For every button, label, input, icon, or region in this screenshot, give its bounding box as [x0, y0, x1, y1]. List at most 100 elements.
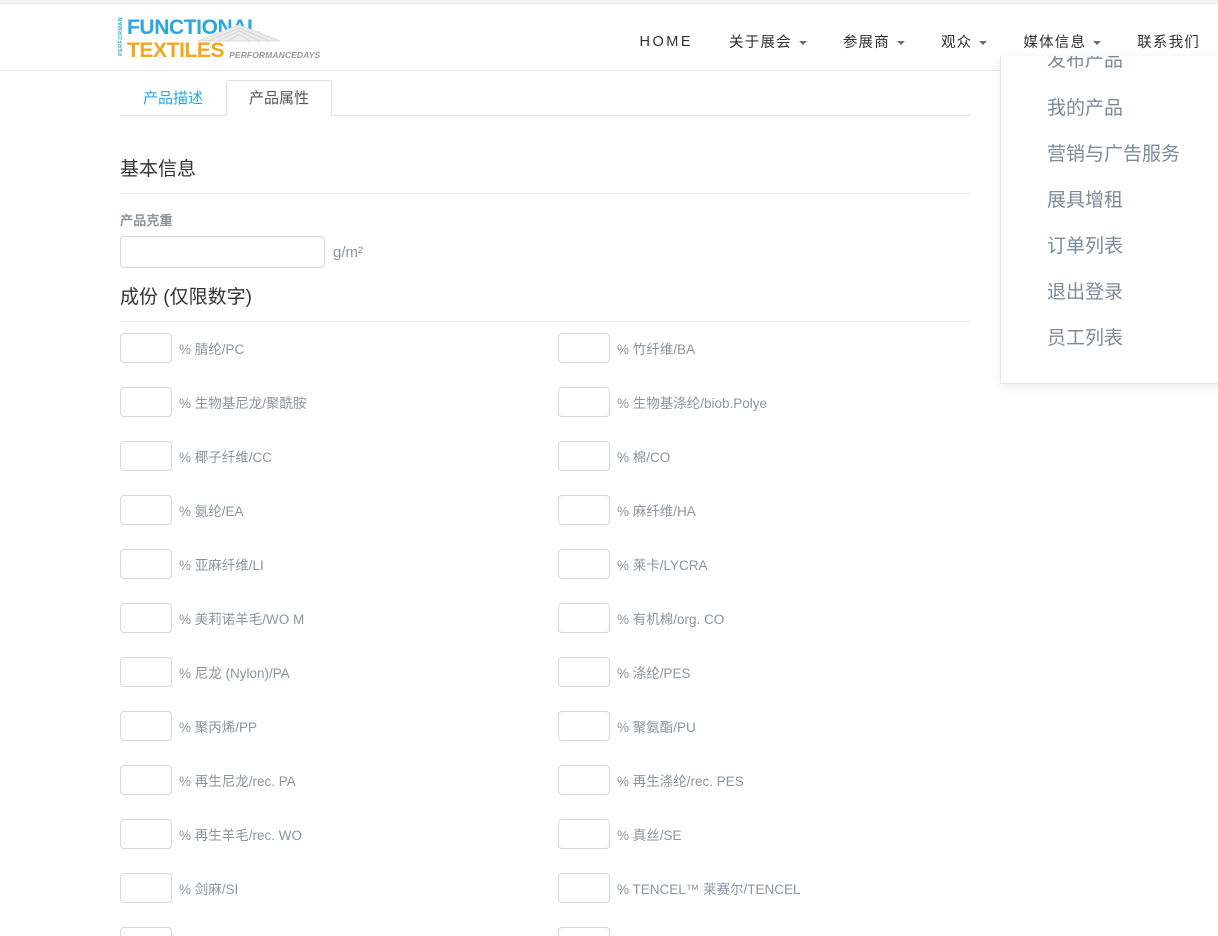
composition-field-silk: % 真丝/SE: [558, 816, 996, 852]
tab-product-description[interactable]: 产品描述: [120, 80, 226, 116]
label-percent-merino-wool: % 美莉诺羊毛/WO M: [179, 612, 305, 627]
input-product-weight[interactable]: [120, 236, 325, 268]
label-percent-cotton: % 棉/CO: [617, 450, 671, 465]
composition-row: % 聚丙烯/PP % 聚氨酯/PU: [120, 708, 1020, 762]
label-percent-coconut: % 椰子纤维/CC: [179, 450, 273, 465]
label-percent-biobased-nylon: % 生物基尼龙/聚酰胺: [179, 396, 307, 411]
logo-line-row: TEXTILES PERFORMANCEDAYS: [127, 40, 320, 61]
dropdown-item-publish-product[interactable]: 发布产品: [1001, 56, 1218, 86]
unit-label-gsm: g/m²: [333, 243, 363, 261]
nav-item-visitors[interactable]: 观众: [923, 8, 1005, 75]
logo-text-block: FUNCTIONAL TEXTILES PERFORMANCEDAYS: [127, 17, 320, 61]
input-percent-sisal[interactable]: [120, 873, 172, 903]
dropdown-item-logout[interactable]: 退出登录: [1001, 270, 1218, 316]
composition-field-biobased-polyester: % 生物基涤纶/biob.Polye: [558, 384, 996, 420]
label-percent-acrylic: % 腈纶/PC: [179, 342, 245, 357]
tab-label: 产品描述: [143, 90, 204, 107]
nav-item-about[interactable]: 关于展会: [711, 8, 825, 75]
composition-row-partial: [120, 924, 1020, 936]
input-percent-next-left[interactable]: [120, 927, 172, 936]
input-percent-bamboo[interactable]: [558, 333, 610, 363]
dropdown-item-my-products[interactable]: 我的产品: [1001, 86, 1218, 132]
label-percent-hemp: % 麻纤维/HA: [617, 504, 696, 519]
input-percent-polyurethane[interactable]: [558, 711, 610, 741]
input-percent-merino-wool[interactable]: [120, 603, 172, 633]
nav-item-label: 联系我们: [1137, 35, 1200, 51]
composition-field-recycled-wool: % 再生羊毛/rec. WO: [120, 816, 558, 852]
page-root: PERFORMANCE DAYS FUNCTIONAL TEXTILES PER…: [0, 0, 1218, 936]
composition-grid: % 腈纶/PC % 竹纤维/BA % 生物基尼龙/聚酰胺 % 生物基涤纶/bio…: [120, 330, 1020, 936]
composition-field-elastane: % 氨纶/EA: [120, 492, 558, 528]
input-percent-lycra[interactable]: [558, 549, 610, 579]
input-percent-biobased-polyester[interactable]: [558, 387, 610, 417]
label-percent-silk: % 真丝/SE: [617, 828, 682, 843]
composition-field-nylon: % 尼龙 (Nylon)/PA: [120, 654, 558, 690]
chevron-down-icon: [979, 40, 988, 45]
nav-item-label: 媒体信息: [1023, 35, 1087, 51]
input-percent-linen[interactable]: [120, 549, 172, 579]
input-percent-recycled-nylon[interactable]: [120, 765, 172, 795]
input-percent-organic-cotton[interactable]: [558, 603, 610, 633]
composition-field-lycra: % 莱卡/LYCRA: [558, 546, 996, 582]
input-percent-biobased-nylon[interactable]: [120, 387, 172, 417]
label-percent-polyester: % 涤纶/PES: [617, 666, 691, 681]
chevron-down-icon: [798, 40, 807, 45]
logo-vertical-text: PERFORMANCE DAYS: [118, 17, 124, 56]
input-percent-polyester[interactable]: [558, 657, 610, 687]
dropdown-item-order-list[interactable]: 订单列表: [1001, 224, 1218, 270]
logo-line-textiles: TEXTILES: [127, 39, 225, 62]
dropdown-item-label: 订单列表: [1047, 236, 1124, 257]
chevron-down-icon: [896, 40, 905, 45]
product-tabs: 产品描述 产品属性: [120, 80, 970, 116]
composition-field-polypropylene: % 聚丙烯/PP: [120, 708, 558, 744]
input-percent-elastane[interactable]: [120, 495, 172, 525]
input-percent-coconut[interactable]: [120, 441, 172, 471]
input-percent-polypropylene[interactable]: [120, 711, 172, 741]
nav-item-label: 参展商: [842, 35, 890, 51]
nav-item-home[interactable]: HOME: [622, 8, 712, 75]
composition-field-biobased-nylon: % 生物基尼龙/聚酰胺: [120, 384, 558, 420]
site-logo[interactable]: PERFORMANCE DAYS FUNCTIONAL TEXTILES PER…: [118, 17, 320, 61]
dropdown-item-label: 我的产品: [1047, 98, 1124, 119]
input-percent-tencel[interactable]: [558, 873, 610, 903]
composition-row: % 美莉诺羊毛/WO M % 有机棉/org. CO: [120, 600, 1020, 654]
tab-product-attributes[interactable]: 产品属性: [226, 80, 333, 116]
input-percent-nylon[interactable]: [120, 657, 172, 687]
dropdown-item-booth-rental[interactable]: 展具增租: [1001, 178, 1218, 224]
composition-field-acrylic: % 腈纶/PC: [120, 330, 558, 366]
label-percent-linen: % 亚麻纤维/LI: [179, 558, 264, 573]
dropdown-item-label: 展具增租: [1047, 190, 1124, 211]
composition-field-recycled-polyester: % 再生涤纶/rec. PES: [558, 762, 996, 798]
label-percent-tencel: % TENCEL™ 莱赛尔/TENCEL: [617, 882, 801, 897]
composition-row: % 氨纶/EA % 麻纤维/HA: [120, 492, 1020, 546]
composition-field-coconut: % 椰子纤维/CC: [120, 438, 558, 474]
input-percent-acrylic[interactable]: [120, 333, 172, 363]
composition-field-next-left: [120, 924, 558, 936]
logo-tagline: PERFORMANCEDAYS: [229, 49, 321, 60]
input-percent-recycled-wool[interactable]: [120, 819, 172, 849]
nav-item-exhibitors[interactable]: 参展商: [825, 8, 923, 75]
dropdown-item-label: 营销与广告服务: [1047, 144, 1181, 165]
composition-row: % 亚麻纤维/LI % 莱卡/LYCRA: [120, 546, 1020, 600]
dropdown-item-staff-list[interactable]: 员工列表: [1001, 316, 1218, 362]
composition-field-cotton: % 棉/CO: [558, 438, 996, 474]
input-percent-cotton[interactable]: [558, 441, 610, 471]
dropdown-item-marketing-services[interactable]: 营销与广告服务: [1001, 132, 1218, 178]
label-percent-bamboo: % 竹纤维/BA: [617, 342, 696, 357]
label-product-weight: 产品克重: [120, 213, 173, 228]
tab-label: 产品属性: [249, 90, 310, 107]
input-percent-silk[interactable]: [558, 819, 610, 849]
label-percent-recycled-nylon: % 再生尼龙/rec. PA: [179, 774, 296, 789]
composition-field-organic-cotton: % 有机棉/org. CO: [558, 600, 996, 636]
label-percent-biobased-polyester: % 生物基涤纶/biob.Polye: [617, 396, 768, 411]
composition-field-sisal: % 剑麻/SI: [120, 870, 558, 906]
dropdown-item-label: 退出登录: [1047, 282, 1124, 303]
label-percent-lycra: % 莱卡/LYCRA: [617, 558, 708, 573]
input-percent-next-right[interactable]: [558, 927, 610, 936]
composition-row: % 生物基尼龙/聚酰胺 % 生物基涤纶/biob.Polye: [120, 384, 1020, 438]
input-percent-recycled-polyester[interactable]: [558, 765, 610, 795]
label-percent-elastane: % 氨纶/EA: [179, 504, 244, 519]
input-percent-hemp[interactable]: [558, 495, 610, 525]
composition-field-next-right: [558, 924, 996, 936]
label-percent-nylon: % 尼龙 (Nylon)/PA: [179, 666, 290, 681]
